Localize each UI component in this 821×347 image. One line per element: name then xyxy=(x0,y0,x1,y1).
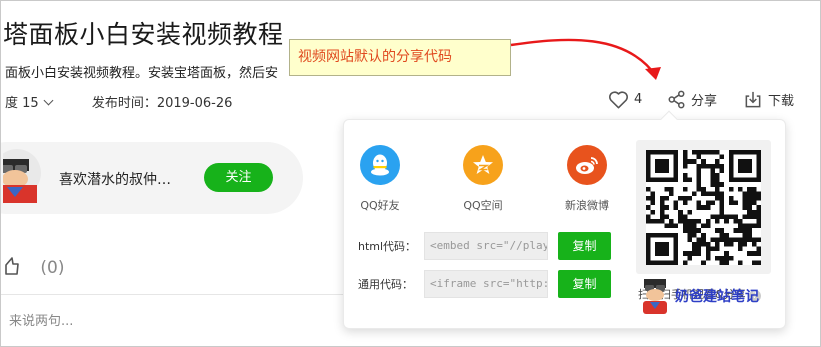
download-button[interactable]: 下载 xyxy=(743,87,794,111)
comment-input[interactable]: 来说两句... xyxy=(9,310,73,329)
annotation-arrow-icon xyxy=(510,38,661,80)
video-meta: 度 15 发布时间：2019-06-26 xyxy=(5,92,232,111)
comment-like-row: (0) xyxy=(5,256,65,278)
share-network-label: 新浪微博 xyxy=(565,199,609,212)
copy-general-code-button[interactable]: 复制 xyxy=(558,270,611,298)
qzone-star-icon xyxy=(463,145,503,185)
share-qzone[interactable]: QQ空间 xyxy=(453,145,513,213)
video-title: 塔面板小白安装视频教程 xyxy=(3,20,284,49)
publish-time: 发布时间：2019-06-26 xyxy=(91,96,233,111)
comment-like-count: (0) xyxy=(40,258,65,278)
general-code-field[interactable]: <iframe src="http://op xyxy=(424,270,548,298)
share-icon xyxy=(668,90,685,108)
like-thumb-icon[interactable] xyxy=(5,257,24,278)
watermark: 奶爸建站笔记 xyxy=(637,277,759,315)
general-code-label: 通用代码： xyxy=(358,278,413,291)
download-icon xyxy=(745,91,761,107)
avatar[interactable] xyxy=(3,145,43,203)
download-label: 下载 xyxy=(768,93,795,109)
share-weibo[interactable]: 新浪微博 xyxy=(557,145,617,213)
qr-code xyxy=(636,140,771,274)
html-code-field[interactable]: <embed src="//player. xyxy=(424,232,548,260)
share-network-label: QQ好友 xyxy=(360,199,400,212)
weibo-icon xyxy=(567,145,607,185)
annotation-callout: 视频网站默认的分享代码 xyxy=(289,39,511,76)
share-label: 分享 xyxy=(691,93,718,109)
uploader-name[interactable]: 喜欢潜水的叔仲… xyxy=(59,169,171,189)
share-qq-friend[interactable]: QQ好友 xyxy=(350,145,410,213)
qq-icon xyxy=(360,145,400,185)
like-count: 4 xyxy=(634,91,643,107)
share-panel-pointer xyxy=(660,110,678,128)
share-button[interactable]: 分享 xyxy=(667,87,717,111)
heart-icon xyxy=(609,90,628,108)
html-code-label: html代码： xyxy=(358,240,417,253)
page-frame: 塔面板小白安装视频教程 面板小白安装视频教程。安装宝塔面板，然后安 度 15 发… xyxy=(0,0,821,347)
html-code-row: html代码： <embed src="//player. 复制 xyxy=(358,231,611,261)
watermark-text: 奶爸建站笔记 xyxy=(675,289,759,305)
chevron-down-icon[interactable] xyxy=(43,95,54,106)
video-description: 面板小白安装视频教程。安装宝塔面板，然后安 xyxy=(5,66,279,81)
share-network-label: QQ空间 xyxy=(463,199,503,212)
play-count: 度 15 xyxy=(5,96,39,111)
copy-html-code-button[interactable]: 复制 xyxy=(558,232,611,260)
watermark-avatar-icon xyxy=(643,279,667,314)
follow-button[interactable]: 关注 xyxy=(204,163,273,192)
general-code-row: 通用代码： <iframe src="http://op 复制 xyxy=(358,269,611,299)
